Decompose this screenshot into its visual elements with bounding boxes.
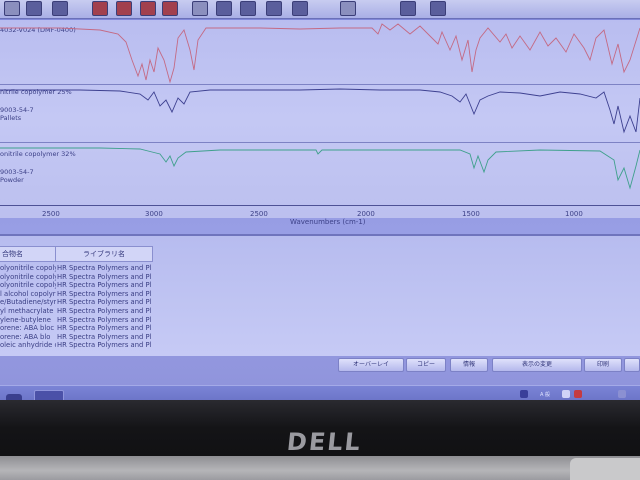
x-axis: 2500 3000 2500 2000 1500 1000 Wavenumber… bbox=[0, 205, 640, 227]
x-tick-label: 2500 bbox=[250, 210, 268, 218]
x-axis-line bbox=[0, 205, 640, 206]
spectrum-2-trace bbox=[0, 88, 640, 134]
ime-indicator[interactable]: A 般 bbox=[540, 391, 550, 398]
result-row[interactable]: l alcohol copolyr HR Spectra Polymers and… bbox=[0, 290, 200, 299]
result-row[interactable]: yl methacrylate HR Spectra Polymers and P… bbox=[0, 307, 200, 316]
x-axis-title: Wavenumbers (cm-1) bbox=[290, 218, 366, 226]
compound-name: yl methacrylate bbox=[0, 306, 54, 315]
toolbar-button[interactable] bbox=[116, 1, 132, 16]
compound-name: olyonitrile copoly bbox=[0, 272, 56, 281]
toolbar-button[interactable] bbox=[340, 1, 356, 16]
toolbar-button[interactable] bbox=[400, 1, 416, 16]
result-row[interactable]: e/Butadiene/styr HR Spectra Polymers and … bbox=[0, 298, 200, 307]
toolbar-button[interactable] bbox=[26, 1, 42, 16]
column-header-library[interactable]: ライブラリ名 bbox=[55, 246, 153, 262]
copy-button[interactable]: コピー bbox=[406, 358, 446, 372]
action-button-bar: オーバーレイ コピー 情報 表示の変更 印刷 bbox=[0, 355, 640, 375]
library-name: HR Spectra Polymers and Pl bbox=[57, 264, 152, 272]
display-change-button[interactable]: 表示の変更 bbox=[492, 358, 582, 372]
tray-icon[interactable] bbox=[574, 390, 582, 398]
toolbar-button[interactable] bbox=[192, 1, 208, 16]
result-row[interactable]: orene: ABA bloc HR Spectra Polymers and P… bbox=[0, 324, 200, 333]
toolbar-button[interactable] bbox=[240, 1, 256, 16]
show-desktop-icon[interactable] bbox=[618, 390, 626, 398]
spectrum-view[interactable]: 4032-V024 (DMF-0400) nitrile copolymer 2… bbox=[0, 20, 640, 218]
library-name: HR Spectra Polymers and Pl bbox=[57, 315, 152, 324]
more-button[interactable] bbox=[624, 358, 640, 372]
library-name: HR Spectra Polymers and Pl bbox=[57, 324, 152, 333]
monitor-base bbox=[0, 456, 640, 480]
library-name: HR Spectra Polymers and Pl bbox=[57, 272, 152, 281]
compound-name: olyonitrile copoly bbox=[0, 264, 56, 272]
toolbar-button[interactable] bbox=[140, 1, 156, 16]
library-name: HR Spectra Polymers and Pl bbox=[57, 289, 152, 298]
compound-name: e/Butadiene/styr bbox=[0, 298, 56, 307]
toolbar-button[interactable] bbox=[52, 1, 68, 16]
screen: 4032-V024 (DMF-0400) nitrile copolymer 2… bbox=[0, 0, 640, 415]
toolbar-button[interactable] bbox=[162, 1, 178, 16]
compound-name: ylene-butylene bbox=[0, 315, 51, 324]
brand-logo: DELL bbox=[285, 428, 364, 456]
monitor-base-edge bbox=[570, 458, 640, 480]
spectrum-3-trace bbox=[0, 147, 640, 190]
result-row[interactable]: olyonitrile copoly HR Spectra Polymers an… bbox=[0, 281, 200, 290]
toolbar-button[interactable] bbox=[216, 1, 232, 16]
compound-name: l alcohol copolyr bbox=[0, 289, 56, 298]
result-row[interactable]: orene: ABA blo HR Spectra Polymers and Pl bbox=[0, 333, 200, 342]
compound-name: orene: ABA blo bbox=[0, 332, 51, 341]
library-name: HR Spectra Polymers and Pl bbox=[57, 306, 152, 315]
info-button[interactable]: 情報 bbox=[450, 358, 488, 372]
spectrum-traces bbox=[0, 23, 640, 190]
toolbar-button[interactable] bbox=[4, 1, 20, 16]
column-header-compound[interactable]: 合物名 bbox=[0, 246, 56, 262]
tray-icon[interactable] bbox=[520, 390, 528, 398]
result-row[interactable]: ylene-butylene HR Spectra Polymers and Pl bbox=[0, 316, 200, 325]
overlay-button[interactable]: オーバーレイ bbox=[338, 358, 404, 372]
x-tick-label: 1500 bbox=[462, 210, 480, 218]
compound-name: olyonitrile copoly bbox=[0, 281, 56, 290]
toolbar-button[interactable] bbox=[266, 1, 282, 16]
result-row[interactable]: olyonitrile copoly HR Spectra Polymers an… bbox=[0, 264, 200, 273]
library-name: HR Spectra Polymers and Pl bbox=[57, 332, 152, 341]
library-name: HR Spectra Polymers and Pl bbox=[57, 281, 152, 290]
x-tick-label: 2000 bbox=[357, 210, 375, 218]
result-row[interactable]: oleic anhydride c HR Spectra Polymers and… bbox=[0, 341, 200, 350]
toolbar-button[interactable] bbox=[292, 1, 308, 16]
library-name: HR Spectra Polymers and Pl bbox=[57, 298, 152, 307]
search-results: 合物名 ライブラリ名 olyonitrile copoly HR Spectra … bbox=[0, 234, 640, 356]
toolbar bbox=[0, 0, 640, 19]
toolbar-button[interactable] bbox=[92, 1, 108, 16]
spectrum-1-trace bbox=[0, 23, 640, 84]
print-button[interactable]: 印刷 bbox=[584, 358, 622, 372]
compound-name: orene: ABA bloc bbox=[0, 324, 55, 333]
results-rows: olyonitrile copoly HR Spectra Polymers an… bbox=[0, 264, 200, 350]
x-tick-label: 1000 bbox=[565, 210, 583, 218]
toolbar-button[interactable] bbox=[430, 1, 446, 16]
x-tick-label: 3000 bbox=[145, 210, 163, 218]
tray-icon[interactable] bbox=[562, 390, 570, 398]
x-tick-label: 2500 bbox=[42, 210, 60, 218]
compound-name: oleic anhydride c bbox=[0, 341, 56, 350]
results-header: 合物名 ライブラリ名 bbox=[0, 246, 160, 262]
library-name: HR Spectra Polymers and Pl bbox=[57, 341, 152, 350]
result-row[interactable]: olyonitrile copoly HR Spectra Polymers an… bbox=[0, 273, 200, 282]
